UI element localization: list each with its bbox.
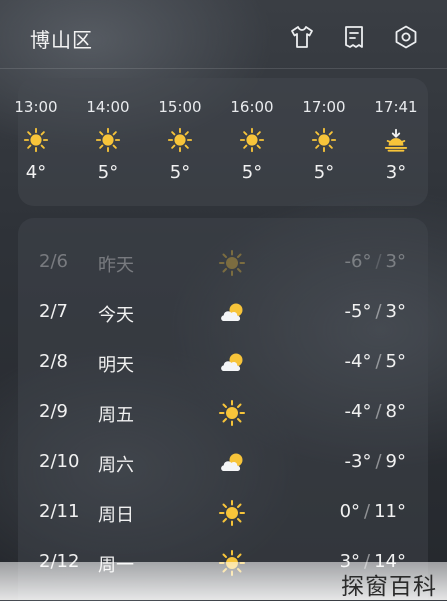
forecast-day-name: 昨天 [98,255,134,276]
forecast-day-name: 明天 [98,355,134,376]
low-temperature: 0° [339,501,361,522]
high-temperature: 3° [385,301,406,322]
temperature-separator: / [375,401,382,422]
sun-icon [218,249,246,277]
sun-icon [167,127,193,153]
hourly-temperature: 5° [241,162,263,183]
watermark-text: 探窗百科 [341,574,437,600]
temperature-separator: / [375,301,382,322]
sun-icon [239,127,265,153]
forecast-date: 2/8 [39,351,68,372]
hourly-temperature: 4° [25,162,47,183]
sun-icon [218,499,246,527]
city-name[interactable]: 博山区 [30,24,93,53]
hourly-temperature: 5° [97,162,119,183]
daily-forecast-card[interactable]: 2/6 昨天 -6°/3° 2/7 今天 -5°/3° 2/8 明天 -4°/5° 2/9 周五… [18,218,428,600]
temperature-range: -6°/3° [345,251,406,272]
partly-cloudy-icon [218,299,246,327]
hourly-time: 17:00 [302,98,346,116]
forecast-date: 2/10 [39,451,80,472]
hourly-time: 14:00 [86,98,130,116]
daily-forecast-row[interactable]: 2/9 周五 -4°/8° [18,393,428,433]
temperature-range: -5°/3° [345,301,406,322]
watermark-bar: 探窗百科 [0,562,447,600]
daily-forecast-row[interactable]: 2/8 明天 -4°/5° [18,343,428,383]
high-temperature: 3° [385,251,406,272]
sun-icon [23,127,49,153]
daily-forecast-row[interactable]: 2/7 今天 -5°/3° [18,293,428,333]
temperature-separator: / [375,251,382,272]
hourly-forecast-card[interactable]: 13:00 4° 14:00 5° 15:00 5° 16:00 5° 17:00 5° 17:41… [14,78,428,206]
high-temperature: 8° [385,401,406,422]
sun-icon [311,127,337,153]
low-temperature: -4° [344,351,372,372]
hourly-time: 17:41 [374,98,418,116]
hourly-temperature: 3° [385,162,407,183]
partly-cloudy-icon [218,349,246,377]
temperature-range: -3°/9° [345,451,406,472]
sun-icon [95,127,121,153]
hourly-time: 16:00 [230,98,274,116]
low-temperature: -5° [344,301,372,322]
daily-forecast-row[interactable]: 2/6 昨天 -6°/3° [18,243,428,283]
settings-icon[interactable] [393,24,419,50]
low-temperature: -4° [344,401,372,422]
high-temperature: 9° [385,451,406,472]
high-temperature: 11° [374,501,406,522]
forecast-day-name: 今天 [98,305,134,326]
header-bar: 博山区 [0,0,447,69]
forecast-date: 2/11 [39,501,80,522]
hourly-time: 13:00 [14,98,58,116]
sun-icon [218,399,246,427]
hourly-time: 15:00 [158,98,202,116]
temperature-separator: / [375,451,382,472]
temperature-range: 0°/11° [340,501,406,522]
daily-forecast-row[interactable]: 2/10 周六 -3°/9° [18,443,428,483]
sunset-icon [383,127,409,153]
shirt-icon[interactable] [289,24,315,50]
temperature-range: -4°/8° [345,401,406,422]
forecast-day-name: 周日 [98,505,134,526]
hourly-temperature: 5° [169,162,191,183]
high-temperature: 5° [385,351,406,372]
daily-forecast-row[interactable]: 2/11 周日 0°/11° [18,493,428,533]
low-temperature: -3° [344,451,372,472]
forecast-date: 2/7 [39,301,68,322]
hourly-temperature: 5° [313,162,335,183]
forecast-date: 2/9 [39,401,68,422]
low-temperature: -6° [344,251,372,272]
forecast-day-name: 周五 [98,405,134,426]
forecast-day-name: 周六 [98,455,134,476]
document-icon[interactable] [341,24,367,50]
temperature-range: -4°/5° [345,351,406,372]
partly-cloudy-icon [218,449,246,477]
forecast-date: 2/6 [39,251,68,272]
temperature-separator: / [364,501,371,522]
temperature-separator: / [375,351,382,372]
